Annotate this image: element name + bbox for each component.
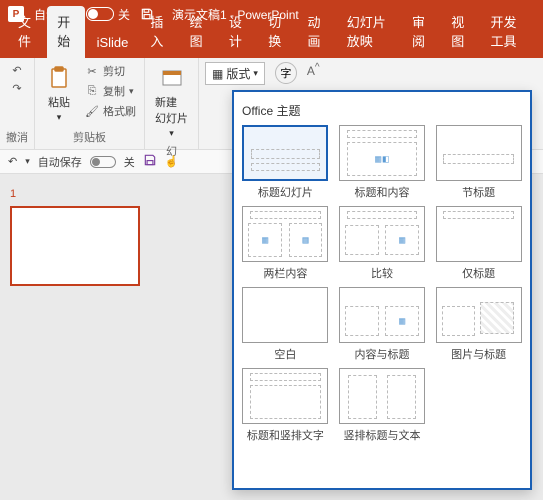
format-painter-button[interactable]: 🖌格式刷 — [83, 102, 138, 120]
layout-option-label: 空白 — [274, 346, 296, 362]
layout-option-title-content[interactable]: ▦◧ 标题和内容 — [337, 125, 428, 200]
layout-button[interactable]: ▦ 版式 ▾ — [205, 62, 265, 85]
cut-button[interactable]: ✂剪切 — [83, 62, 138, 80]
new-slide-icon — [158, 64, 186, 92]
paste-label: 粘贴 — [48, 94, 70, 110]
slide-thumbnail-1[interactable] — [10, 206, 140, 286]
layout-thumb — [242, 368, 328, 424]
layout-option-label: 内容与标题 — [354, 346, 409, 362]
layout-thumb — [436, 287, 522, 343]
tab-home[interactable]: 开始 — [47, 6, 84, 58]
layout-option-content-caption[interactable]: ▦ 内容与标题 — [337, 287, 428, 362]
brush-icon: 🖌 — [85, 104, 99, 118]
undo-group-label: 撤消 — [6, 129, 28, 145]
layout-thumb — [242, 287, 328, 343]
layout-popup-title: Office 主题 — [240, 98, 524, 125]
slide-thumbnail-panel: 1 — [0, 174, 160, 500]
tab-islide[interactable]: iSlide — [87, 29, 139, 58]
layout-option-blank[interactable]: 空白 — [240, 287, 331, 362]
tab-insert[interactable]: 插入 — [140, 6, 177, 58]
qat-autosave-toggle[interactable] — [90, 156, 116, 168]
copy-icon: ⎘ — [85, 84, 99, 98]
layout-option-label: 比较 — [371, 265, 393, 281]
layout-thumb — [436, 125, 522, 181]
qat-autosave-label: 自动保存 — [38, 154, 82, 170]
layout-dropdown: Office 主题 标题幻灯片 ▦◧ 标题和内容 节标题 ▦▦ 两栏内容 ▦ 比较 仅标题空白 ▦… — [232, 90, 532, 490]
chevron-down-icon[interactable]: ▾ — [25, 156, 30, 167]
layout-thumb — [436, 206, 522, 262]
group-undo: ↶ ↷ 撤消 — [0, 58, 35, 149]
layout-icon: ▦ — [212, 67, 223, 81]
redo-button[interactable]: ↷ — [8, 80, 26, 96]
layout-option-label: 竖排标题与文本 — [343, 427, 420, 443]
paste-icon — [45, 64, 73, 92]
layout-option-title-vert[interactable]: 标题和竖排文字 — [240, 368, 331, 443]
tab-review[interactable]: 审阅 — [402, 6, 439, 58]
layout-option-title-only[interactable]: 仅标题 — [433, 206, 524, 281]
tab-draw[interactable]: 绘图 — [180, 6, 217, 58]
layout-grid: 标题幻灯片 ▦◧ 标题和内容 节标题 ▦▦ 两栏内容 ▦ 比较 仅标题空白 ▦ 内容与标题 图片与标题… — [240, 125, 524, 443]
layout-thumb: ▦ — [339, 206, 425, 262]
font-button[interactable]: 字 — [275, 62, 297, 84]
layout-option-pic-caption[interactable]: 图片与标题 — [433, 287, 524, 362]
layout-option-label: 标题和竖排文字 — [247, 427, 324, 443]
chevron-down-icon: ▾ — [253, 68, 258, 79]
qat-undo[interactable]: ↶ — [8, 155, 17, 168]
qat-autosave-state: 关 — [124, 154, 135, 170]
layout-option-label: 节标题 — [462, 184, 495, 200]
tab-transitions[interactable]: 切换 — [258, 6, 295, 58]
tab-developer[interactable]: 开发工具 — [481, 6, 536, 58]
tab-view[interactable]: 视图 — [441, 6, 478, 58]
chevron-down-icon: ▾ — [169, 128, 174, 139]
toggle-icon — [86, 7, 114, 21]
qat-save-icon[interactable] — [143, 153, 157, 170]
tab-file[interactable]: 文件 — [8, 6, 45, 58]
slide-number: 1 — [10, 188, 16, 200]
qat-touch-icon[interactable]: ☝ — [165, 155, 179, 168]
layout-thumb — [242, 125, 328, 181]
layout-option-label: 图片与标题 — [451, 346, 506, 362]
layout-option-label: 仅标题 — [462, 265, 495, 281]
chevron-down-icon: ▾ — [129, 86, 134, 97]
layout-thumb: ▦ — [339, 287, 425, 343]
layout-option-label: 标题和内容 — [354, 184, 409, 200]
tab-animations[interactable]: 动画 — [297, 6, 334, 58]
ribbon-tabs: 文件 开始 iSlide 插入 绘图 设计 切换 动画 幻灯片放映 审阅 视图 … — [0, 28, 543, 58]
new-slide-label: 新建 幻灯片 — [155, 94, 188, 126]
chevron-down-icon: ▾ — [57, 112, 62, 123]
group-clipboard: 粘贴 ▾ ✂剪切 ⎘复制▾ 🖌格式刷 剪贴板 — [35, 58, 145, 149]
layout-option-title[interactable]: 标题幻灯片 — [240, 125, 331, 200]
layout-option-two-content[interactable]: ▦▦ 两栏内容 — [240, 206, 331, 281]
layout-option-label: 标题幻灯片 — [258, 184, 313, 200]
undo-button[interactable]: ↶ — [8, 62, 26, 78]
paste-button[interactable]: 粘贴 ▾ — [41, 62, 77, 125]
new-slide-button[interactable]: 新建 幻灯片 ▾ — [151, 62, 192, 141]
cut-icon: ✂ — [85, 64, 99, 78]
layout-thumb: ▦◧ — [339, 125, 425, 181]
clipboard-group-label: 剪贴板 — [73, 129, 106, 145]
group-slides: 新建 幻灯片 ▾ 幻 — [145, 58, 199, 149]
tab-slideshow[interactable]: 幻灯片放映 — [337, 6, 400, 58]
layout-thumb — [339, 368, 425, 424]
layout-option-vert-title-text[interactable]: 竖排标题与文本 — [337, 368, 428, 443]
layout-label: 版式 — [226, 65, 250, 82]
tab-design[interactable]: 设计 — [219, 6, 256, 58]
layout-option-compare[interactable]: ▦ 比较 — [337, 206, 428, 281]
layout-thumb: ▦▦ — [242, 206, 328, 262]
layout-option-label: 两栏内容 — [263, 265, 307, 281]
layout-option-section[interactable]: 节标题 — [433, 125, 524, 200]
font-size-icon[interactable]: A^ — [307, 62, 320, 78]
copy-button[interactable]: ⎘复制▾ — [83, 82, 138, 100]
autosave-state: 关 — [118, 6, 130, 23]
